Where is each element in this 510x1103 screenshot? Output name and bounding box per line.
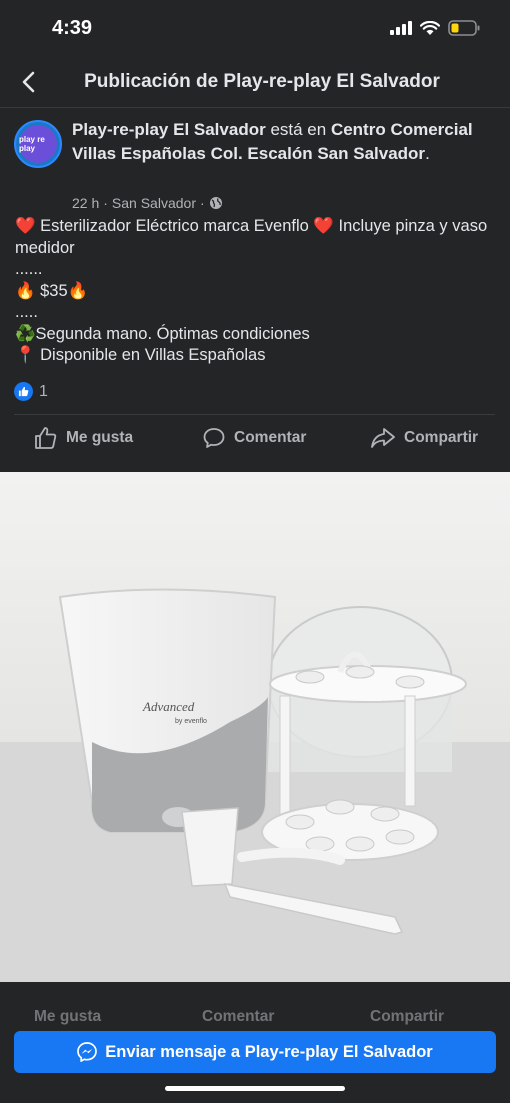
send-message-label: Enviar mensaje a Play-re-play El Salvado… — [105, 1042, 433, 1061]
status-icons — [390, 20, 480, 36]
thumbs-up-icon — [35, 427, 57, 449]
like-button-partial[interactable]: Me gusta — [34, 1008, 101, 1026]
availability-line: 📍 Disponible en Villas Españolas — [15, 346, 266, 364]
product-photo: Advanced by evenflo — [0, 472, 510, 982]
post-line-1: ❤️ Esterilizador Eléctrico marca Evenflo… — [15, 216, 495, 259]
share-label-partial: Compartir — [370, 1008, 445, 1025]
page-name-link[interactable]: Play-re-play El Salvador — [72, 120, 266, 139]
home-indicator[interactable] — [165, 1086, 345, 1091]
divider — [14, 414, 495, 415]
messenger-icon — [77, 1042, 98, 1062]
like-label: Me gusta — [66, 429, 134, 446]
post-place[interactable]: San Salvador — [112, 195, 196, 211]
share-button-partial[interactable]: Compartir — [370, 1008, 444, 1026]
share-button[interactable]: Compartir — [370, 426, 478, 450]
reactions-summary[interactable]: 1 — [14, 382, 48, 401]
like-reaction-icon — [14, 382, 33, 401]
price-line: 🔥 $35🔥 — [15, 281, 89, 300]
share-icon — [371, 428, 395, 448]
dots-line-2: ..... — [15, 303, 38, 321]
globe-icon — [209, 197, 222, 209]
comment-button[interactable]: Comentar — [202, 426, 306, 450]
wifi-icon — [420, 20, 440, 35]
comment-icon — [203, 428, 225, 448]
is-at-text: está en — [270, 120, 327, 139]
post-time[interactable]: 22 h — [72, 195, 99, 211]
reaction-count: 1 — [39, 382, 48, 400]
heart-emoji: ❤️ — [15, 217, 36, 235]
partial-actions-bar: Me gusta Comentar Compartir — [0, 982, 510, 1030]
avatar-logo: play re play — [19, 125, 57, 163]
like-label-partial: Me gusta — [34, 1008, 102, 1025]
meta-separator-2: · — [199, 195, 205, 211]
comment-label-partial: Comentar — [202, 1008, 275, 1025]
meta-separator: · — [103, 195, 108, 211]
product-brand: Advanced — [142, 699, 195, 714]
product-title: Esterilizador Eléctrico marca Evenflo — [35, 217, 314, 235]
post-photo[interactable]: Advanced by evenflo — [0, 472, 510, 982]
send-message-button[interactable]: Enviar mensaje a Play-re-play El Salvado… — [14, 1031, 496, 1073]
page-title: Publicación de Play-re-play El Salvador — [84, 71, 440, 92]
like-button[interactable]: Me gusta — [34, 426, 133, 450]
status-bar: 4:39 — [0, 0, 510, 56]
comment-label: Comentar — [234, 429, 307, 446]
heart-emoji-2: ❤️ — [313, 217, 334, 235]
post-body: ❤️ Esterilizador Eléctrico marca Evenflo… — [15, 216, 495, 367]
post-author-line: Play-re-play El Salvador está en Centro … — [72, 118, 492, 166]
nav-bar: Publicación de Play-re-play El Salvador — [0, 56, 510, 108]
period: . — [425, 144, 430, 163]
post-actions: Me gusta Comentar Compartir — [0, 420, 510, 460]
post-meta: 22 h · San Salvador · — [72, 195, 223, 211]
comment-button-partial[interactable]: Comentar — [202, 1008, 274, 1026]
dots-line-1: ...... — [15, 260, 43, 278]
avatar[interactable]: play re play — [14, 120, 62, 168]
condition-line: ♻️Segunda mano. Óptimas condiciones — [15, 324, 310, 343]
battery-icon — [448, 20, 480, 36]
share-label: Compartir — [404, 429, 479, 446]
signal-icon — [390, 21, 412, 35]
product-sub: by evenflo — [175, 718, 207, 725]
status-time: 4:39 — [52, 17, 93, 39]
